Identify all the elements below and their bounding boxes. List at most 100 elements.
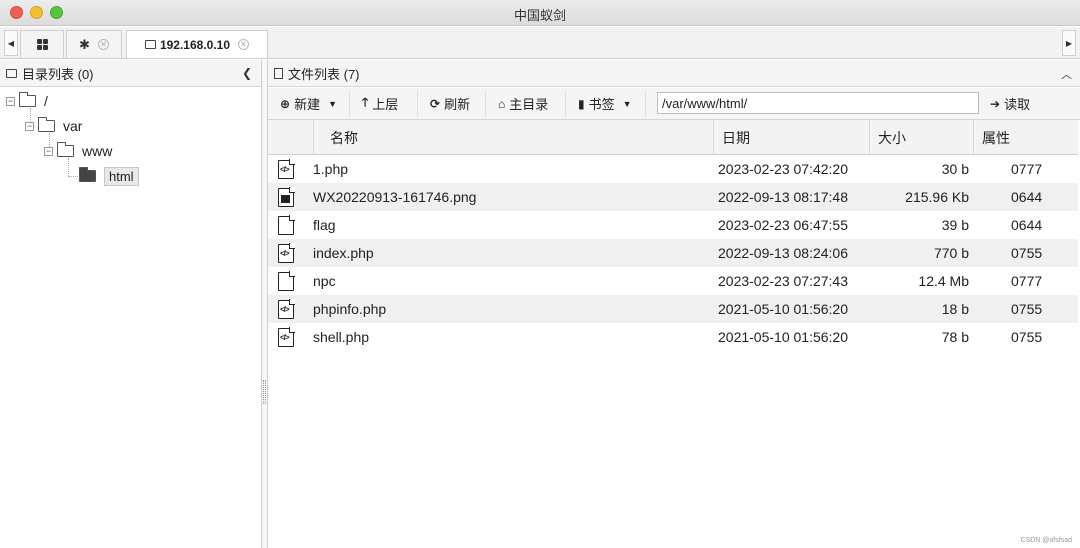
arrow-up-icon: 🡑 [362, 95, 369, 109]
tab-scroll-left-button[interactable]: ◀ [4, 30, 18, 56]
table-row[interactable]: </> 1.php 2023-02-23 07:42:20 30 b 0777 [268, 155, 1078, 183]
read-button-label: 读取 [1004, 97, 1031, 112]
grid-icon [36, 39, 48, 50]
chevron-up-icon[interactable]: ︿ [1061, 66, 1072, 82]
folder-open-icon [79, 167, 96, 182]
table-row[interactable]: </> index.php 2022-09-13 08:24:06 770 b … [268, 239, 1078, 267]
file-table-header: 名称 日期 大小 属性 [268, 120, 1078, 155]
arrow-right-icon: ➔ [990, 96, 1001, 111]
name-column-header[interactable]: 名称 [313, 120, 713, 155]
file-date: 2022-09-13 08:24:06 [718, 245, 848, 261]
tree-node-var[interactable]: − var [25, 116, 82, 136]
file-name: flag [313, 217, 336, 233]
file-size: 12.4 Mb [918, 273, 969, 289]
image-file-icon [278, 186, 295, 207]
code-file-icon: </> [278, 242, 295, 263]
caret-down-icon: ▼ [622, 98, 632, 109]
file-toolbar: ⊕ 新建 ▼ 🡑 上层 ⟳ 刷新 ⌂ 主目录 ▮ 书签 ▼ ➔ 读取 [268, 88, 1080, 120]
file-pane-header: 文件列表 (7) ︿ [268, 60, 1080, 87]
file-date: 2023-02-23 06:47:55 [718, 217, 848, 233]
file-name: WX20220913-161746.png [313, 189, 477, 205]
bookmark-button[interactable]: ▮ 书签 ▼ [572, 90, 646, 117]
refresh-button[interactable]: ⟳ 刷新 [424, 90, 486, 117]
table-row[interactable]: flag 2023-02-23 06:47:55 39 b 0644 [268, 211, 1078, 239]
name-column-label: 名称 [330, 129, 358, 146]
file-perm: 0755 [1011, 301, 1043, 317]
close-tab-icon[interactable]: ✕ [97, 39, 109, 50]
new-button-label: 新建 [294, 97, 321, 112]
path-input[interactable] [657, 92, 979, 114]
table-row[interactable]: WX20220913-161746.png 2022-09-13 08:17:4… [268, 183, 1078, 211]
directory-pane-title: 目录列表 (0) [22, 66, 94, 82]
home-button[interactable]: ⌂ 主目录 [492, 90, 566, 117]
folder-icon [19, 92, 36, 107]
date-column-label: 日期 [722, 129, 750, 146]
new-button[interactable]: ⊕ 新建 ▼ [274, 90, 350, 117]
bookmark-button-label: 书签 [588, 97, 615, 112]
close-tab-icon[interactable]: ✕ [238, 39, 250, 50]
file-perm: 0777 [1011, 273, 1043, 289]
tab-grid[interactable] [20, 30, 64, 58]
table-row[interactable]: npc 2023-02-23 07:27:43 12.4 Mb 0777 [268, 267, 1078, 295]
table-row[interactable]: </> shell.php 2021-05-10 01:56:20 78 b 0… [268, 323, 1078, 351]
collapse-pane-icon[interactable]: ❮ [242, 66, 252, 80]
file-perm: 0644 [1011, 189, 1043, 205]
tab-host[interactable]: 192.168.0.10 ✕ [126, 30, 268, 58]
collapse-node-icon[interactable]: − [44, 146, 53, 156]
size-column-label: 大小 [878, 129, 906, 146]
bookmark-icon: ▮ [578, 96, 585, 111]
folder-icon [144, 40, 156, 49]
file-date: 2023-02-23 07:42:20 [718, 161, 848, 177]
folder-icon [38, 117, 55, 132]
up-button-label: 上层 [372, 97, 399, 112]
file-name: index.php [313, 245, 374, 261]
code-file-icon: </> [278, 298, 295, 319]
tree-node-label: var [63, 118, 83, 134]
size-column-header[interactable]: 大小 [869, 120, 973, 155]
directory-pane: 目录列表 (0) ❮ − / − var − www html [0, 60, 262, 548]
tree-node-label: www [82, 143, 113, 159]
read-button[interactable]: ➔ 读取 [984, 90, 1046, 117]
tab-host-label: 192.168.0.10 [159, 37, 231, 52]
folder-icon [6, 68, 17, 78]
refresh-icon: ⟳ [430, 96, 441, 111]
refresh-button-label: 刷新 [444, 97, 471, 112]
file-name: 1.php [313, 161, 349, 177]
file-perm: 0755 [1011, 329, 1043, 345]
table-row[interactable]: </> phpinfo.php 2021-05-10 01:56:20 18 b… [268, 295, 1078, 323]
up-button[interactable]: 🡑 上层 [356, 90, 418, 117]
tree-node-html[interactable]: html [79, 166, 139, 186]
file-size: 39 b [941, 217, 969, 233]
icon-column-header [268, 120, 313, 155]
perm-column-header[interactable]: 属性 [973, 120, 1078, 155]
collapse-node-icon[interactable]: − [25, 121, 34, 131]
tree-node-label: / [44, 93, 48, 109]
tree-node-label: html [104, 166, 139, 186]
caret-right-icon: ▶ [1065, 38, 1073, 48]
file-date: 2021-05-10 01:56:20 [718, 329, 848, 345]
perm-column-label: 属性 [982, 129, 1010, 146]
folder-icon [57, 142, 74, 157]
collapse-node-icon[interactable]: − [6, 96, 15, 106]
file-size: 215.96 Kb [905, 189, 969, 205]
gear-icon: ✱ [79, 36, 90, 52]
title-bar: 中国蚁剑 [0, 0, 1080, 26]
date-column-header[interactable]: 日期 [713, 120, 869, 155]
file-size: 770 b [933, 245, 969, 261]
window-title: 中国蚁剑 [513, 8, 566, 23]
file-pane-title: 文件列表 (7) [288, 66, 360, 82]
tree-node-www[interactable]: − www [44, 141, 112, 161]
caret-left-icon: ◀ [7, 38, 15, 48]
plus-circle-icon: ⊕ [280, 96, 291, 111]
tab-settings[interactable]: ✱ ✕ [66, 30, 122, 58]
watermark: CSDN @afsfsad [1020, 537, 1072, 544]
file-size: 30 b [941, 161, 969, 177]
code-file-icon: </> [278, 326, 295, 347]
splitter-grip[interactable] [263, 380, 266, 404]
directory-pane-header: 目录列表 (0) ❮ [0, 60, 261, 87]
file-date: 2021-05-10 01:56:20 [718, 301, 848, 317]
file-perm: 0777 [1011, 161, 1043, 177]
tab-scroll-right-button[interactable]: ▶ [1062, 30, 1076, 56]
tree-node-root[interactable]: − / [6, 91, 48, 111]
file-icon [278, 214, 295, 235]
